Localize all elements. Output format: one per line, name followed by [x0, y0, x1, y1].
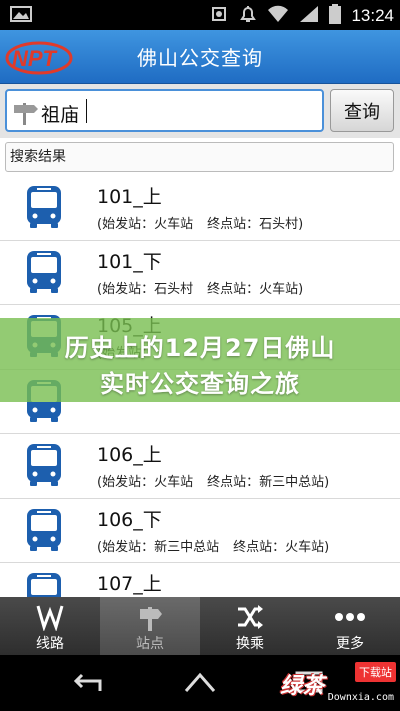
- battery-icon: [329, 4, 342, 28]
- results-header: 搜索结果: [5, 142, 394, 172]
- end-station-label: 终点站：: [207, 281, 260, 297]
- gps-icon: [209, 4, 229, 28]
- bottom-tab-bar: 线路 站点 换乘 更多: [0, 597, 400, 655]
- image-notification-icon: [10, 6, 32, 26]
- tab-routes[interactable]: 线路: [0, 597, 100, 655]
- tab-more[interactable]: 更多: [300, 597, 400, 655]
- start-station: 新三中总站: [154, 539, 220, 555]
- route-stations: [97, 407, 111, 422]
- watermark-logo: 绿茶 下载站 Downxia.com: [276, 660, 396, 708]
- tab-label: 换乘: [236, 636, 264, 652]
- signal-icon: [299, 5, 319, 27]
- clock: 13:24: [351, 6, 394, 25]
- start-station-label: (始发站：: [97, 475, 155, 490]
- route-stations: (始发站：火车站 终点站：新三中总站): [97, 471, 329, 490]
- route-stations: (始发站：新三中总站 终点站：火车站): [97, 536, 329, 555]
- list-item[interactable]: 107_上(始发站：市一医院终点站：罗村总站): [0, 563, 400, 597]
- watermark-tag: 下载站: [355, 662, 396, 682]
- route-stations: (始发站：石头村 终点站：火车站): [97, 278, 303, 297]
- page-title: 佛山公交查询: [137, 46, 263, 70]
- bus-icon: [25, 572, 63, 597]
- route-icon: [35, 603, 65, 635]
- start-station-label: (始发站：: [97, 539, 155, 555]
- signpost-icon: [11, 99, 39, 129]
- end-station-label: 终点站：: [207, 475, 260, 490]
- end-station: 火车站): [259, 281, 304, 297]
- tab-label: 站点: [136, 636, 164, 652]
- end-station: 火车站): [285, 539, 330, 555]
- alarm-icon: [239, 4, 257, 28]
- app-header: NPT 佛山公交查询: [0, 30, 400, 84]
- bus-icon: [25, 443, 63, 491]
- list-item[interactable]: 101_上 (始发站：火车站 终点站：石头村): [0, 176, 400, 241]
- end-station-label: 终点站：: [207, 217, 260, 232]
- bus-icon: [25, 250, 63, 298]
- route-name: 101_上: [97, 186, 162, 208]
- list-item[interactable]: 101_下 (始发站：石头村 终点站：火车站): [0, 240, 400, 305]
- overlay-banner: 历史上的12月27日佛山 实时公交查询之旅: [0, 318, 400, 402]
- search-input-value: 祖庙: [41, 104, 80, 126]
- start-station-label: (始发站：: [97, 217, 155, 232]
- list-item[interactable]: 106_下 (始发站：新三中总站 终点站：火车站): [0, 498, 400, 563]
- tab-label: 更多: [336, 636, 364, 652]
- end-station: 新三中总站): [259, 475, 330, 490]
- text-caret: [86, 99, 87, 123]
- tab-transfer[interactable]: 换乘: [200, 597, 300, 655]
- search-button[interactable]: 查询: [330, 89, 394, 132]
- watermark-text: 绿茶: [280, 674, 325, 699]
- banner-title-line2: 实时公交查询之旅: [100, 370, 300, 398]
- more-icon: [333, 603, 367, 635]
- bus-icon: [25, 508, 63, 556]
- tab-stations[interactable]: 站点: [100, 597, 200, 655]
- banner-title-line1: 历史上的12月27日佛山: [64, 334, 336, 362]
- route-name: 107_上: [97, 573, 162, 595]
- tab-label: 线路: [36, 636, 64, 652]
- start-station-label: (始发站：: [97, 281, 155, 297]
- end-station: 石头村): [259, 217, 304, 232]
- bus-icon: [25, 185, 63, 233]
- search-bar: 祖庙 查询: [0, 84, 400, 138]
- back-icon[interactable]: [72, 669, 106, 699]
- signpost-icon: [135, 603, 165, 635]
- wifi-icon: [267, 5, 289, 27]
- search-input[interactable]: 祖庙: [5, 89, 324, 132]
- home-icon[interactable]: [182, 669, 218, 699]
- start-station: 石头村: [154, 281, 194, 297]
- list-item[interactable]: 106_上 (始发站：火车站 终点站：新三中总站): [0, 434, 400, 499]
- route-name: 106_下: [97, 508, 162, 531]
- start-station: 火车站: [154, 217, 194, 232]
- watermark-url: Downxia.com: [327, 692, 394, 703]
- start-station: 火车站: [154, 475, 194, 490]
- route-stations: (始发站：火车站 终点站：石头村): [97, 213, 303, 232]
- route-name: 106_上: [97, 444, 162, 466]
- end-station-label: 终点站：: [233, 539, 286, 555]
- status-bar: 13:24: [0, 0, 400, 30]
- route-name: 101_下: [97, 250, 162, 273]
- shuffle-icon: [235, 603, 265, 635]
